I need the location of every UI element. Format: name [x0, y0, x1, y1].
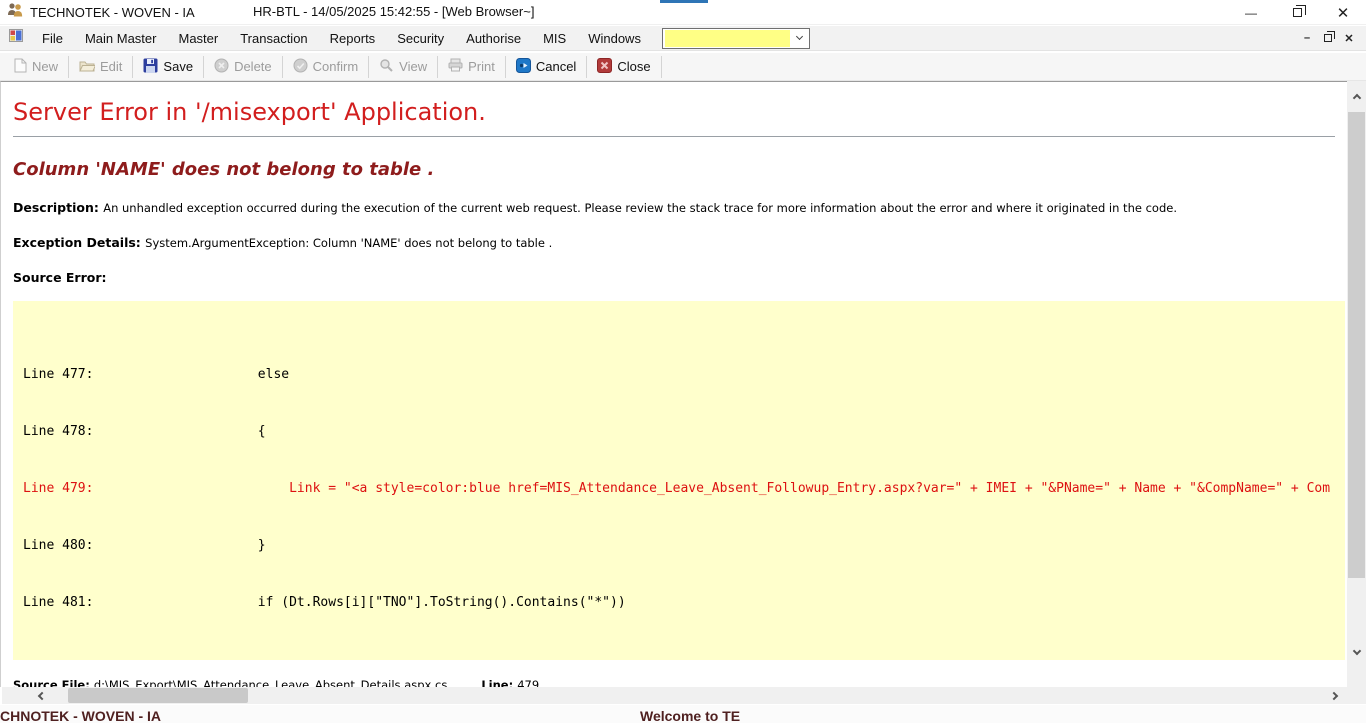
cancel-button[interactable]: Cancel [508, 55, 584, 79]
window-controls: ― ✕ [1228, 0, 1366, 25]
minimize-button[interactable]: ― [1228, 0, 1274, 25]
toolbar-separator [586, 56, 587, 78]
edit-folder-icon [79, 59, 95, 75]
scroll-down-icon[interactable] [1347, 643, 1366, 662]
form-icon [9, 29, 23, 47]
toolbar: New Edit Save Delete Confirm View Print [0, 52, 1366, 81]
toolbar-separator [505, 56, 506, 78]
delete-button[interactable]: Delete [206, 55, 280, 79]
close-button[interactable]: ✕ [1320, 0, 1366, 25]
window-title: TECHNOTEK - WOVEN - IA [30, 5, 195, 20]
save-button[interactable]: Save [135, 55, 201, 79]
scroll-left-icon[interactable] [28, 687, 56, 704]
combobox-value[interactable] [665, 30, 790, 47]
line-label: Line: [481, 678, 517, 687]
quick-search-combobox[interactable] [662, 28, 810, 49]
vertical-scrollbar[interactable] [1347, 81, 1366, 687]
source-error-line: Source Error: [13, 270, 1335, 285]
menu-master[interactable]: Master [167, 28, 229, 49]
cancel-icon [516, 58, 531, 76]
edit-button[interactable]: Edit [71, 56, 130, 78]
source-error-label: Source Error: [13, 270, 107, 285]
save-floppy-icon [143, 58, 158, 76]
horizontal-scrollbar[interactable] [2, 687, 1366, 704]
toolbar-separator [661, 56, 662, 78]
source-file-line: Source File: d:\MIS_Export\MIS_Attendanc… [13, 678, 1335, 687]
mdi-close-button[interactable]: ✕ [1342, 32, 1356, 45]
description-label: Description: [13, 200, 103, 215]
menu-file[interactable]: File [31, 28, 74, 49]
divider [13, 136, 1335, 137]
menu-security[interactable]: Security [386, 28, 455, 49]
status-company: CHNOTEK - WOVEN - IA [0, 708, 161, 724]
chevron-down-icon[interactable] [790, 29, 809, 48]
code-line: Line 480: } [23, 536, 1335, 555]
confirm-button[interactable]: Confirm [285, 55, 367, 79]
exception-details-label: Exception Details: [13, 235, 145, 250]
mdi-minimize-button[interactable]: – [1300, 32, 1314, 44]
menu-transaction[interactable]: Transaction [229, 28, 318, 49]
code-line: Line 481: if (Dt.Rows[i]["TNO"].ToString… [23, 593, 1335, 612]
new-button[interactable]: New [6, 55, 66, 79]
status-bar: CHNOTEK - WOVEN - IA Welcome to TE [0, 705, 1366, 723]
toolbar-separator [368, 56, 369, 78]
error-page-title: Server Error in '/misexport' Application… [13, 98, 1335, 126]
code-line: Line 478: { [23, 422, 1335, 441]
restore-button[interactable] [1274, 0, 1320, 25]
source-file-path: d:\MIS_Export\MIS_Attendance_Leave_Absen… [94, 678, 448, 687]
mdi-child-controls: – ✕ [1300, 32, 1366, 45]
document-title: HR-BTL - 14/05/2025 15:42:55 - [Web Brow… [253, 4, 534, 19]
toolbar-separator [437, 56, 438, 78]
magnifier-icon [379, 58, 394, 76]
print-button[interactable]: Print [440, 55, 503, 78]
toolbar-separator [282, 56, 283, 78]
source-error-code-block: Line 477: else Line 478: { Line 479: Lin… [13, 301, 1345, 660]
confirm-icon [293, 58, 308, 76]
mdi-restore-button[interactable] [1324, 34, 1332, 42]
exception-details-text: System.ArgumentException: Column 'NAME' … [145, 236, 552, 250]
exception-details-line: Exception Details: System.ArgumentExcept… [13, 235, 1335, 250]
scroll-right-icon[interactable] [1320, 687, 1348, 704]
close-form-button[interactable]: Close [589, 55, 658, 79]
horizontal-scrollbar-thumb[interactable] [68, 688, 248, 703]
title-bar: TECHNOTEK - WOVEN - IA HR-BTL - 14/05/20… [0, 0, 1366, 25]
description-text: An unhandled exception occurred during t… [103, 201, 1177, 215]
toolbar-separator [203, 56, 204, 78]
menu-reports[interactable]: Reports [319, 28, 387, 49]
accent-bar [660, 0, 708, 3]
description-line: Description: An unhandled exception occu… [13, 200, 1335, 215]
source-file-label: Source File: [13, 678, 94, 687]
new-page-icon [14, 58, 27, 76]
toolbar-separator [68, 56, 69, 78]
menu-bar: File Main Master Master Transaction Repo… [0, 26, 1366, 51]
view-button[interactable]: View [371, 55, 435, 79]
menu-main-master[interactable]: Main Master [74, 28, 168, 49]
web-browser-content: Server Error in '/misexport' Application… [0, 81, 1347, 687]
code-line: Line 477: else [23, 365, 1335, 384]
toolbar-separator [132, 56, 133, 78]
menu-windows[interactable]: Windows [577, 28, 652, 49]
vertical-scrollbar-thumb[interactable] [1348, 112, 1365, 578]
scroll-up-icon[interactable] [1347, 87, 1366, 106]
users-icon [7, 2, 24, 22]
line-number: 479 [517, 678, 539, 687]
close-x-icon [597, 58, 612, 76]
delete-icon [214, 58, 229, 76]
status-welcome: Welcome to TE [640, 708, 740, 724]
code-line-highlighted: Line 479: Link = "<a style=color:blue hr… [23, 479, 1335, 498]
printer-icon [448, 58, 463, 75]
error-message-heading: Column 'NAME' does not belong to table . [13, 159, 1335, 180]
menu-mis[interactable]: MIS [532, 28, 577, 49]
menu-authorise[interactable]: Authorise [455, 28, 532, 49]
